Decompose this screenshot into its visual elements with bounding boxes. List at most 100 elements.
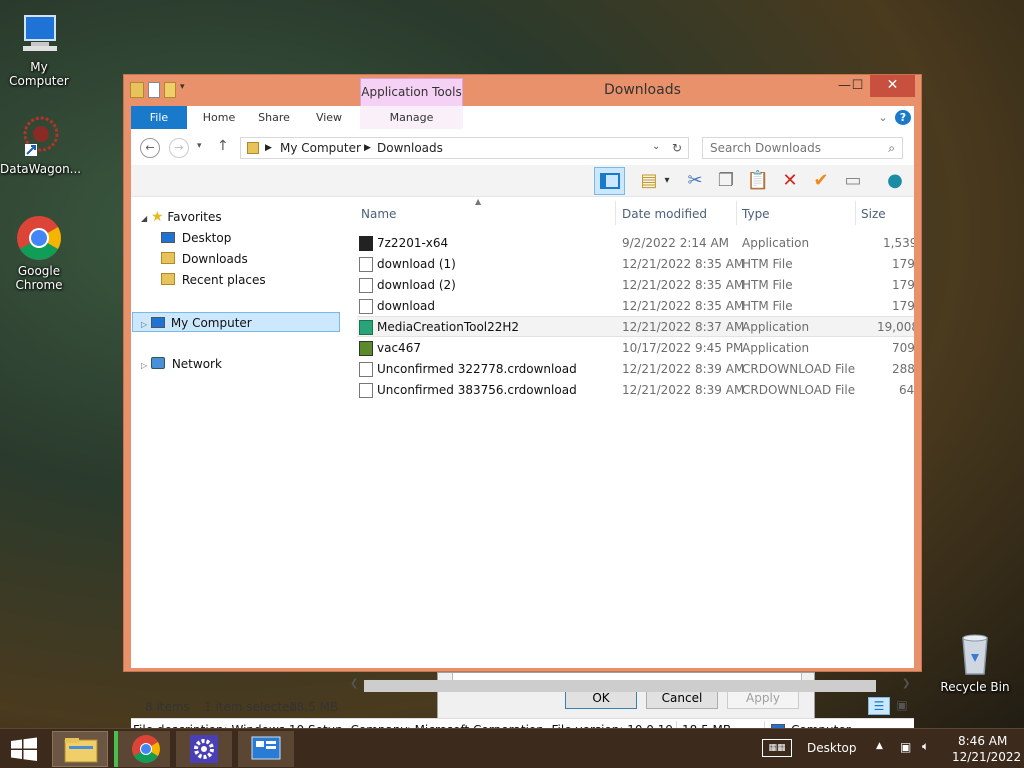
file-type: HTM File bbox=[742, 299, 793, 313]
tab-home[interactable]: Home bbox=[193, 106, 245, 129]
details-view-icon[interactable]: ☰ bbox=[868, 697, 890, 715]
search-input[interactable] bbox=[703, 138, 873, 158]
file-date: 12/21/2022 8:39 AM bbox=[622, 362, 745, 376]
search-icon[interactable]: ⌕ bbox=[888, 141, 895, 156]
scrollbar-thumb[interactable] bbox=[364, 680, 876, 692]
clock-time[interactable]: 8:46 AM bbox=[958, 734, 1007, 748]
vac-app-icon bbox=[359, 341, 373, 356]
folder-icon bbox=[247, 142, 259, 154]
up-arrow-icon[interactable]: ↑ bbox=[217, 138, 229, 154]
properties-icon[interactable] bbox=[148, 82, 160, 98]
rename-icon[interactable]: ▭ bbox=[841, 169, 865, 193]
checkmark-icon[interactable]: ✔ bbox=[809, 169, 833, 193]
close-button[interactable]: ✕ bbox=[870, 75, 915, 97]
forward-button[interactable]: → bbox=[169, 138, 189, 158]
expand-arrow-icon[interactable]: ◢ bbox=[141, 214, 147, 223]
nav-label: Downloads bbox=[181, 252, 248, 266]
address-dropdown-icon[interactable]: ⌄ bbox=[652, 141, 660, 152]
desktop-icon-label: Google Chrome bbox=[15, 264, 63, 292]
nav-recent-places[interactable]: Recent places bbox=[161, 270, 266, 290]
navigation-pane: ◢ ★ Favorites Desktop Downloads Recent p… bbox=[131, 197, 345, 617]
file-row-selected[interactable]: MediaCreationTool22H2 12/21/2022 8:37 AM… bbox=[357, 316, 914, 337]
folder-icon[interactable] bbox=[130, 82, 144, 98]
help-icon[interactable]: ? bbox=[895, 110, 911, 125]
back-button[interactable]: ← bbox=[140, 138, 160, 158]
touch-keyboard-icon[interactable]: ▦▦ bbox=[762, 739, 792, 757]
file-type: Application bbox=[742, 320, 810, 334]
start-button[interactable] bbox=[0, 731, 48, 767]
address-bar[interactable]: ▶ My Computer ▶ Downloads ⌄ ↻ bbox=[240, 137, 689, 159]
taskbar-settings[interactable] bbox=[176, 731, 232, 767]
network-icon bbox=[150, 357, 165, 369]
tab-view[interactable]: View bbox=[305, 106, 353, 129]
desktop-icon-label: DataWagon... bbox=[0, 162, 82, 176]
column-header-name[interactable]: Name bbox=[361, 207, 396, 221]
globe-icon[interactable]: ● bbox=[883, 169, 907, 193]
title-bar[interactable]: ▾ Application Tools Downloads — ☐ ✕ bbox=[124, 75, 921, 106]
chevron-down-icon[interactable]: ▾ bbox=[180, 82, 190, 98]
clock-date[interactable]: 12/21/2022 bbox=[952, 750, 1021, 764]
breadcrumb-my-computer[interactable]: My Computer bbox=[280, 141, 361, 155]
maximize-button[interactable]: ☐ bbox=[844, 75, 871, 97]
horizontal-scrollbar[interactable]: ❮ ❯ bbox=[348, 677, 914, 694]
desktop-icon-recycle-bin[interactable]: Recycle Bin bbox=[936, 630, 1014, 694]
tab-manage[interactable]: Manage bbox=[360, 106, 463, 129]
column-header-size[interactable]: Size bbox=[861, 207, 886, 221]
scroll-left-icon[interactable]: ❮ bbox=[350, 678, 358, 689]
file-row[interactable]: download (2) 12/21/2022 8:35 AM HTM File… bbox=[357, 275, 914, 296]
chevron-down-icon[interactable]: ▾ bbox=[661, 169, 673, 193]
nav-downloads[interactable]: Downloads bbox=[161, 249, 248, 269]
taskbar-file-explorer[interactable] bbox=[52, 731, 108, 767]
chrome-icon bbox=[15, 214, 63, 262]
nav-desktop[interactable]: Desktop bbox=[161, 228, 231, 248]
scroll-right-icon[interactable]: ❯ bbox=[902, 678, 910, 689]
nav-network[interactable]: ▷ Network bbox=[141, 354, 222, 374]
nav-favorites[interactable]: ◢ ★ Favorites bbox=[141, 207, 222, 227]
network-icon[interactable]: ▣ bbox=[900, 740, 911, 754]
file-row[interactable]: Unconfirmed 322778.crdownload 12/21/2022… bbox=[357, 359, 914, 380]
column-separator bbox=[615, 201, 616, 225]
taskbar-control-panel[interactable] bbox=[238, 731, 294, 767]
refresh-icon[interactable]: ↻ bbox=[672, 141, 682, 155]
expand-arrow-icon[interactable]: ▷ bbox=[141, 361, 147, 370]
recycle-bin-icon bbox=[951, 630, 999, 678]
chevron-up-icon[interactable]: ▲ bbox=[876, 741, 883, 751]
new-folder-icon[interactable] bbox=[164, 82, 176, 98]
desktop-icon-my-computer[interactable]: My Computer bbox=[0, 10, 78, 88]
preview-pane-icon[interactable] bbox=[594, 167, 625, 195]
folder-options-icon[interactable]: ▤ bbox=[637, 169, 661, 193]
application-tools-group: Application Tools bbox=[360, 78, 463, 106]
cut-icon[interactable]: ✂ bbox=[683, 169, 707, 193]
large-icons-view-icon[interactable]: ▣ bbox=[893, 697, 911, 715]
column-header-date[interactable]: Date modified bbox=[622, 207, 707, 221]
file-row[interactable]: Unconfirmed 383756.crdownload 12/21/2022… bbox=[357, 380, 914, 401]
breadcrumb-downloads[interactable]: Downloads bbox=[377, 141, 443, 155]
file-date: 12/21/2022 8:35 AM bbox=[622, 257, 745, 271]
chevron-down-icon[interactable]: ⌄ bbox=[875, 106, 891, 129]
tab-file[interactable]: File bbox=[131, 106, 187, 129]
taskbar-chrome[interactable] bbox=[114, 731, 170, 767]
file-row[interactable]: vac467 10/17/2022 9:45 PM Application 70… bbox=[357, 338, 914, 359]
expand-arrow-icon[interactable]: ▷ bbox=[141, 320, 147, 329]
window-title: Downloads bbox=[604, 82, 681, 98]
nav-label: Desktop bbox=[181, 231, 232, 245]
file-row[interactable]: download (1) 12/21/2022 8:35 AM HTM File… bbox=[357, 254, 914, 275]
desktop-icon-datawagon[interactable]: DataWagon... bbox=[0, 112, 82, 176]
copy-icon[interactable]: ❐ bbox=[714, 169, 738, 193]
file-name: MediaCreationTool22H2 bbox=[377, 320, 520, 334]
column-header-type[interactable]: Type bbox=[742, 207, 770, 221]
delete-icon[interactable]: ✕ bbox=[778, 169, 802, 193]
nav-label: Network bbox=[171, 357, 222, 371]
file-row[interactable]: 7z2201-x64 9/2/2022 2:14 AM Application … bbox=[357, 233, 914, 254]
star-icon: ★ bbox=[150, 209, 164, 225]
paste-icon[interactable]: 📋 bbox=[746, 169, 770, 193]
downloads-folder-icon bbox=[161, 252, 175, 264]
file-row[interactable]: download 12/21/2022 8:35 AM HTM File 179… bbox=[357, 296, 914, 317]
volume-icon[interactable]: 🔈︎ bbox=[922, 739, 929, 754]
recent-locations-chevron-icon[interactable]: ▾ bbox=[197, 141, 202, 151]
tab-share[interactable]: Share bbox=[249, 106, 299, 129]
desktop-toolbar-label[interactable]: Desktop bbox=[807, 741, 857, 755]
desktop-icon-chrome[interactable]: Google Chrome bbox=[0, 214, 78, 292]
gear-icon bbox=[190, 735, 218, 763]
nav-my-computer[interactable]: ▷ My Computer bbox=[132, 312, 340, 332]
